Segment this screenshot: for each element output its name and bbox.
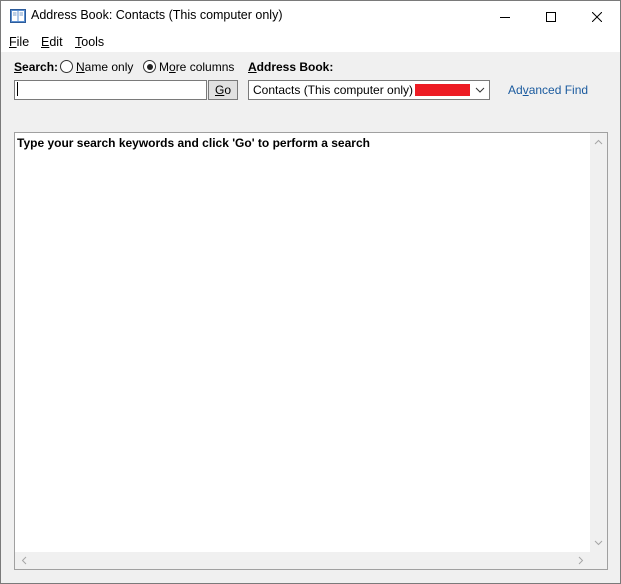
name-only-radio[interactable] (60, 60, 73, 73)
search-label-text: earch: (22, 60, 59, 74)
close-icon (592, 11, 602, 22)
more-columns-radio[interactable] (143, 60, 156, 73)
search-label: Search: (14, 60, 58, 74)
maximize-button[interactable] (528, 1, 574, 32)
chevron-down-icon (475, 87, 485, 93)
address-book-label: Address Book: (248, 60, 333, 74)
menu-edit-label: dit (49, 35, 63, 49)
menu-tools-label: ools (81, 35, 105, 49)
more-columns-label[interactable]: More columns (159, 60, 234, 74)
name-only-hotkey: N (76, 60, 85, 74)
name-only-label[interactable]: Name only (76, 60, 133, 74)
results-empty-message: Type your search keywords and click 'Go'… (17, 136, 370, 150)
maximize-icon (546, 11, 556, 22)
menu-tools[interactable]: Tools (75, 35, 104, 49)
search-input[interactable] (14, 80, 207, 100)
more-columns-hotkey: o (169, 60, 176, 74)
menu-file[interactable]: File (9, 35, 29, 49)
address-book-label-hotkey: A (248, 60, 257, 74)
more-columns-pre: M (159, 60, 169, 74)
advanced-find-text: anced Find (528, 83, 589, 97)
advanced-find-link[interactable]: Advanced Find (508, 83, 588, 97)
menu-file-label: ile (16, 35, 30, 49)
address-book-icon (10, 9, 26, 23)
scroll-right-icon[interactable] (576, 556, 585, 565)
more-columns-text: re columns (175, 60, 235, 74)
go-label: o (224, 83, 232, 97)
go-hotkey: G (214, 83, 225, 97)
menu-edit[interactable]: Edit (41, 35, 63, 49)
address-book-dropdown[interactable]: Contacts (This computer only) - (248, 80, 490, 100)
scroll-up-icon[interactable] (594, 138, 603, 147)
address-book-window: Address Book: Contacts (This computer on… (0, 0, 621, 584)
menu-bar: File Edit Tools (1, 32, 620, 52)
window-title: Address Book: Contacts (This computer on… (31, 8, 283, 22)
address-book-label-text: ddress Book: (256, 60, 334, 74)
vertical-scrollbar[interactable] (590, 133, 607, 552)
redacted-account-name (415, 84, 470, 96)
scroll-down-icon[interactable] (594, 538, 603, 547)
text-caret (17, 82, 18, 96)
advanced-find-pre: Ad (508, 83, 523, 97)
search-label-hotkey: S (14, 60, 23, 74)
scrollbar-corner (590, 552, 607, 569)
address-book-selected: Contacts (This computer only) - (253, 83, 421, 97)
minimize-button[interactable] (482, 1, 528, 32)
menu-file-hotkey: F (9, 35, 17, 49)
close-button[interactable] (574, 1, 620, 32)
horizontal-scrollbar[interactable] (15, 552, 590, 569)
title-bar[interactable]: Address Book: Contacts (This computer on… (1, 1, 620, 32)
results-list[interactable]: Type your search keywords and click 'Go'… (14, 132, 608, 570)
scroll-left-icon[interactable] (20, 556, 29, 565)
name-only-text: ame only (84, 60, 134, 74)
minimize-icon (500, 16, 510, 18)
go-button[interactable]: Go (208, 80, 238, 100)
